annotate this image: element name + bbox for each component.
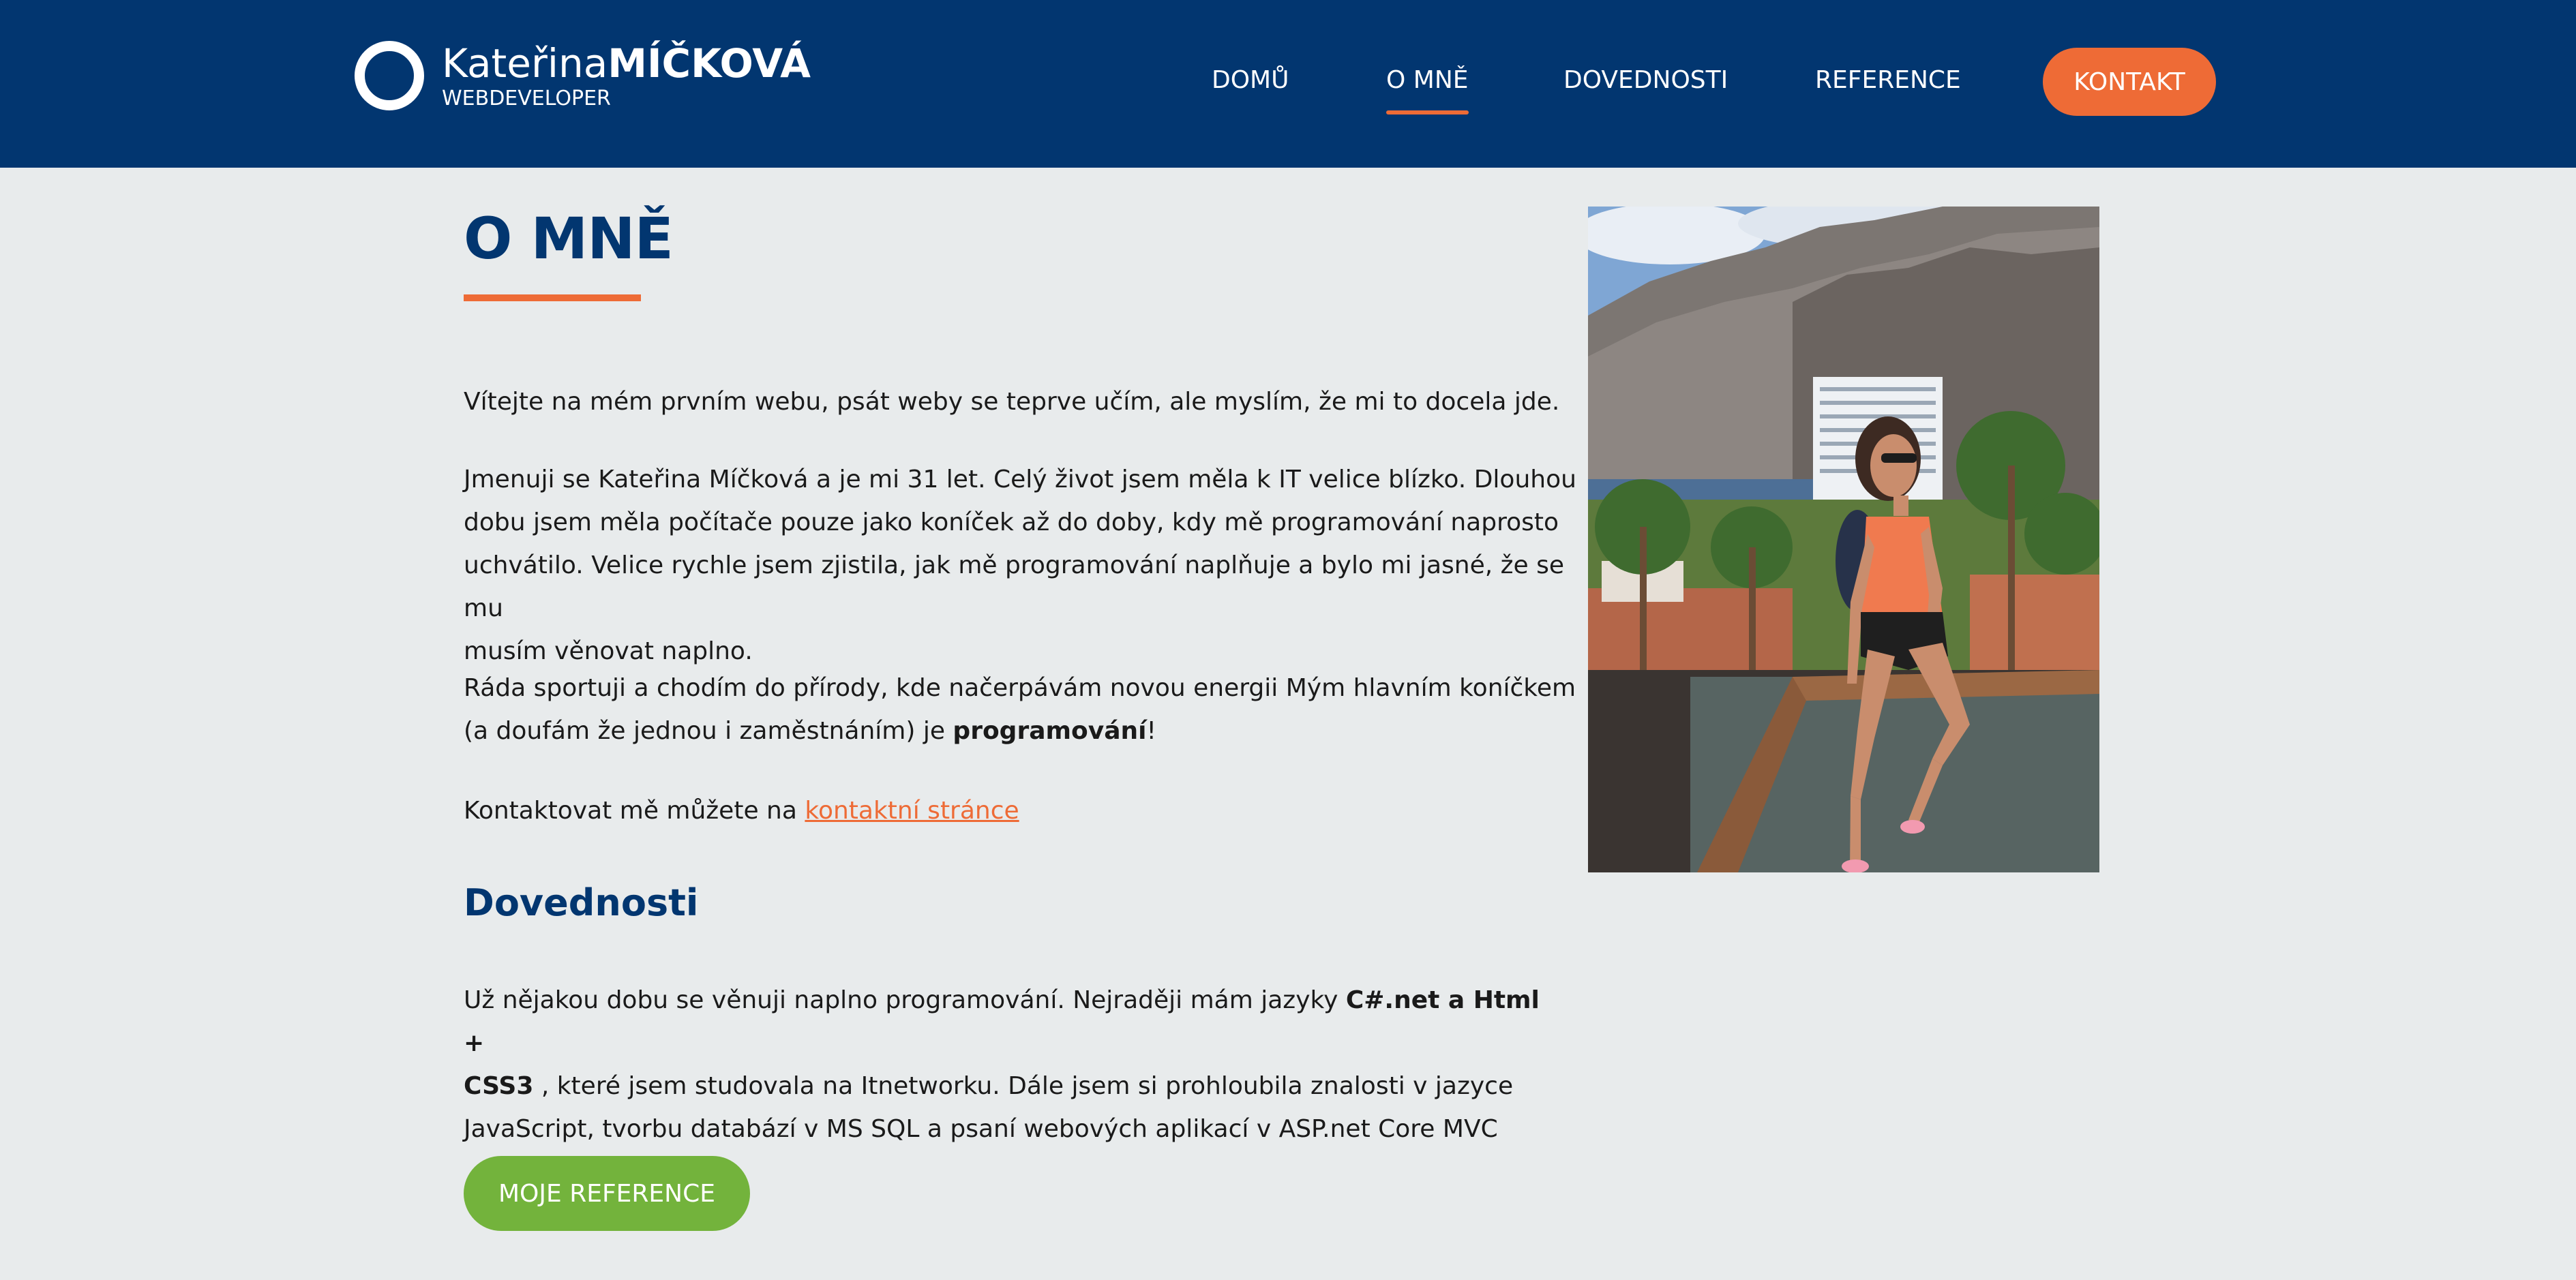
skills-heading: Dovednosti [464,881,699,924]
contact-page-link[interactable]: kontaktní stránce [805,797,1019,825]
bio-line-3: uchvátilo. Velice rychle jsem zjistila, … [464,551,1565,622]
bio-line-2: dobu jsem měla počítače pouze jako koníč… [464,508,1559,536]
intro-paragraph: Vítejte na mém prvním webu, psát weby se… [464,388,1560,416]
skills-line-2: , které jsem studovala na Itnetworku. Dá… [533,1072,1514,1100]
contact-text: Kontaktovat mě můžete na [464,797,805,825]
bio-line-1: Jmenuji se Kateřina Míčková a je mi 31 l… [464,466,1576,493]
main-content: O MNĚ Vítejte na mém prvním webu, psát w… [464,204,1576,1231]
logo-text: KateřinaMÍČKOVÁ WEBDEVELOPER [442,42,811,110]
site-header: KateřinaMÍČKOVÁ WEBDEVELOPER DOMŮ O MNĚ … [0,0,2576,168]
hobby-bold: programování [953,717,1147,745]
nav-item-references[interactable]: REFERENCE [1815,65,1961,95]
logo-first-name: Kateřina [442,40,608,87]
logo-last-name: MÍČKOVÁ [608,40,811,87]
skills-bold-2: CSS3 [464,1072,534,1100]
hobby-line-2: (a doufám že jednou i zaměstnáním) je [464,717,953,745]
hobby-paragraph: Ráda sportuji a chodím do přírody, kde n… [464,667,1582,752]
nav-item-home[interactable]: DOMŮ [1212,65,1289,95]
nav-item-about[interactable]: O MNĚ [1386,65,1469,115]
skills-line-3: JavaScript, tvorbu databází v MS SQL a p… [464,1115,1498,1143]
nav-item-skills[interactable]: DOVEDNOSTI [1563,65,1728,95]
logo-name: KateřinaMÍČKOVÁ [442,42,811,85]
logo[interactable]: KateřinaMÍČKOVÁ WEBDEVELOPER [355,41,811,110]
my-references-button[interactable]: MOJE REFERENCE [464,1156,750,1231]
logo-ring-icon [355,41,424,110]
hobby-end: ! [1146,717,1156,745]
profile-photo [1588,207,2099,872]
contact-button[interactable]: KONTAKT [2043,48,2216,116]
bio-line-4: musím věnovat naplno. [464,637,753,665]
bio-paragraph: Jmenuji se Kateřina Míčková a je mi 31 l… [464,458,1582,673]
skills-paragraph: Už nějakou dobu se věnuji naplno program… [464,979,1568,1151]
title-underline [464,294,641,301]
hobby-line-1: Ráda sportuji a chodím do přírody, kde n… [464,674,1576,702]
skills-line-1: Už nějakou dobu se věnuji naplno program… [464,986,1346,1014]
contact-paragraph: Kontaktovat mě můžete na kontaktní strán… [464,789,1582,832]
logo-subtitle: WEBDEVELOPER [442,86,611,110]
page-title: O MNĚ [464,205,674,272]
